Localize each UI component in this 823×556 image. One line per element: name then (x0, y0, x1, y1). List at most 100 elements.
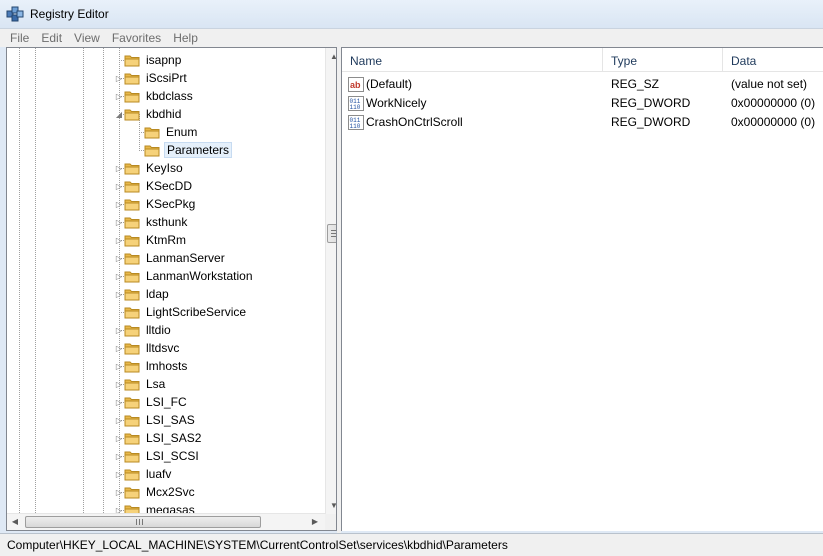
collapse-arrow-icon[interactable]: ◢ (115, 110, 123, 119)
folder-icon (124, 217, 140, 229)
expand-arrow-icon[interactable]: ▷ (115, 92, 123, 101)
tree-item[interactable]: KSecDD (124, 177, 194, 195)
scroll-right-arrow-icon[interactable]: ▶ (307, 514, 323, 530)
tree-item-label: LightScribeService (146, 305, 247, 319)
tree-item[interactable]: isapnp (124, 51, 183, 69)
status-bar-path: Computer\HKEY_LOCAL_MACHINE\SYSTEM\Curre… (0, 533, 823, 556)
tree-item[interactable]: LanmanWorkstation (124, 267, 255, 285)
list-row[interactable]: ab (Default) REG_SZ (value not set) (342, 75, 823, 94)
tree-item[interactable]: LightScribeService (124, 303, 248, 321)
folder-icon (124, 199, 140, 211)
horizontal-scroll-thumb[interactable] (25, 516, 261, 528)
menu-edit[interactable]: Edit (35, 29, 68, 48)
tree-item[interactable]: Mcx2Svc (124, 483, 197, 501)
string-value-icon: ab (348, 77, 364, 92)
cell-type: REG_DWORD (611, 115, 691, 129)
tree-item[interactable]: LSI_SAS2 (124, 429, 203, 447)
tree-item[interactable]: KtmRm (124, 231, 188, 249)
folder-icon (124, 379, 140, 391)
tree-item[interactable]: lmhosts (124, 357, 189, 375)
menu-help[interactable]: Help (167, 29, 204, 48)
registry-tree[interactable]: isapnp iScsiPrt ▷ kbdclass ▷ kbdhid ◢ Enum Param… (6, 47, 337, 531)
tree-item-label: kbdhid (146, 107, 182, 121)
scroll-down-arrow-icon[interactable]: ▼ (326, 497, 336, 514)
tree-item[interactable]: LSI_FC (124, 393, 189, 411)
folder-icon (124, 433, 140, 445)
expand-arrow-icon[interactable]: ▷ (115, 182, 123, 191)
vertical-scroll-thumb[interactable] (327, 224, 336, 243)
cell-name: CrashOnCtrlScroll (366, 115, 463, 129)
tree-item-label: Enum (166, 125, 198, 139)
tree-item-label: Lsa (146, 377, 166, 391)
scroll-left-arrow-icon[interactable]: ◀ (7, 514, 23, 530)
folder-icon (124, 91, 140, 103)
tree-item[interactable]: kbdclass (124, 87, 195, 105)
column-header-name[interactable]: Name (342, 48, 603, 72)
tree-item[interactable]: LSI_SCSI (124, 447, 201, 465)
tree-item[interactable]: lltdio (124, 321, 173, 339)
values-list[interactable]: Name Type Data ab (Default) REG_SZ (value n… (341, 47, 823, 531)
expand-arrow-icon[interactable]: ▷ (115, 200, 123, 209)
list-row[interactable]: 011 110 CrashOnCtrlScroll REG_DWORD 0x000000… (342, 113, 823, 132)
cell-name: (Default) (366, 77, 413, 91)
cell-data: 0x00000000 (0) (731, 115, 816, 129)
tree-item[interactable]: Enum (144, 123, 199, 141)
folder-icon (124, 289, 140, 301)
expand-arrow-icon[interactable]: ▷ (115, 416, 123, 425)
expand-arrow-icon[interactable]: ▷ (115, 488, 123, 497)
tree-item[interactable]: LanmanServer (124, 249, 227, 267)
tree-item-label: kbdclass (146, 89, 193, 103)
tree-vertical-scrollbar[interactable]: ▲ ▼ (325, 48, 336, 514)
tree-item-label: Mcx2Svc (146, 485, 195, 499)
tree-item[interactable]: ksthunk (124, 213, 189, 231)
tree-item-label: KtmRm (146, 233, 186, 247)
cell-data: 0x00000000 (0) (731, 96, 816, 110)
tree-item-label: KSecPkg (146, 197, 196, 211)
menu-file[interactable]: File (4, 29, 35, 48)
tree-item[interactable]: luafv (124, 465, 173, 483)
expand-arrow-icon[interactable]: ▷ (115, 470, 123, 479)
tree-item[interactable]: KSecPkg (124, 195, 197, 213)
tree-item-label: LSI_FC (146, 395, 187, 409)
tree-item[interactable]: Parameters (144, 141, 233, 159)
svg-text:ab: ab (350, 80, 361, 90)
svg-text:110: 110 (350, 104, 361, 111)
tree-item[interactable]: Lsa (124, 375, 167, 393)
menu-favorites[interactable]: Favorites (106, 29, 167, 48)
expand-arrow-icon[interactable]: ▷ (115, 254, 123, 263)
folder-icon (124, 253, 140, 265)
tree-horizontal-scrollbar[interactable]: ◀ ▶ (7, 513, 325, 530)
list-row[interactable]: 011 110 WorkNicely REG_DWORD 0x00000000 (0) (342, 94, 823, 113)
expand-arrow-icon[interactable]: ▷ (115, 74, 123, 83)
tree-item[interactable]: LSI_SAS (124, 411, 197, 429)
expand-arrow-icon[interactable]: ▷ (115, 272, 123, 281)
expand-arrow-icon[interactable]: ▷ (115, 326, 123, 335)
folder-icon (124, 163, 140, 175)
tree-item[interactable]: ldap (124, 285, 171, 303)
column-header-type[interactable]: Type (603, 48, 723, 72)
cell-type: REG_SZ (611, 77, 660, 91)
expand-arrow-icon[interactable]: ▷ (115, 362, 123, 371)
expand-arrow-icon[interactable]: ▷ (115, 434, 123, 443)
expand-arrow-icon[interactable]: ▷ (115, 290, 123, 299)
expand-arrow-icon[interactable]: ▷ (115, 452, 123, 461)
tree-item-label: LSI_SCSI (146, 449, 199, 463)
expand-arrow-icon[interactable]: ▷ (115, 344, 123, 353)
tree-item[interactable]: KeyIso (124, 159, 185, 177)
tree-item[interactable]: lltdsvc (124, 339, 181, 357)
tree-item-label: ldap (146, 287, 169, 301)
scroll-up-arrow-icon[interactable]: ▲ (326, 48, 336, 65)
expand-arrow-icon[interactable]: ▷ (115, 218, 123, 227)
expand-arrow-icon[interactable]: ▷ (115, 398, 123, 407)
binary-value-icon: 011110 (348, 115, 364, 130)
title-bar: Registry Editor (0, 0, 823, 28)
folder-icon (124, 361, 140, 373)
tree-item[interactable]: iScsiPrt (124, 69, 189, 87)
column-header-data[interactable]: Data (723, 48, 823, 72)
expand-arrow-icon[interactable]: ▷ (115, 164, 123, 173)
expand-arrow-icon[interactable]: ▷ (115, 380, 123, 389)
menu-view[interactable]: View (68, 29, 106, 48)
tree-item[interactable]: kbdhid (124, 105, 183, 123)
window-title: Registry Editor (30, 7, 109, 21)
expand-arrow-icon[interactable]: ▷ (115, 236, 123, 245)
